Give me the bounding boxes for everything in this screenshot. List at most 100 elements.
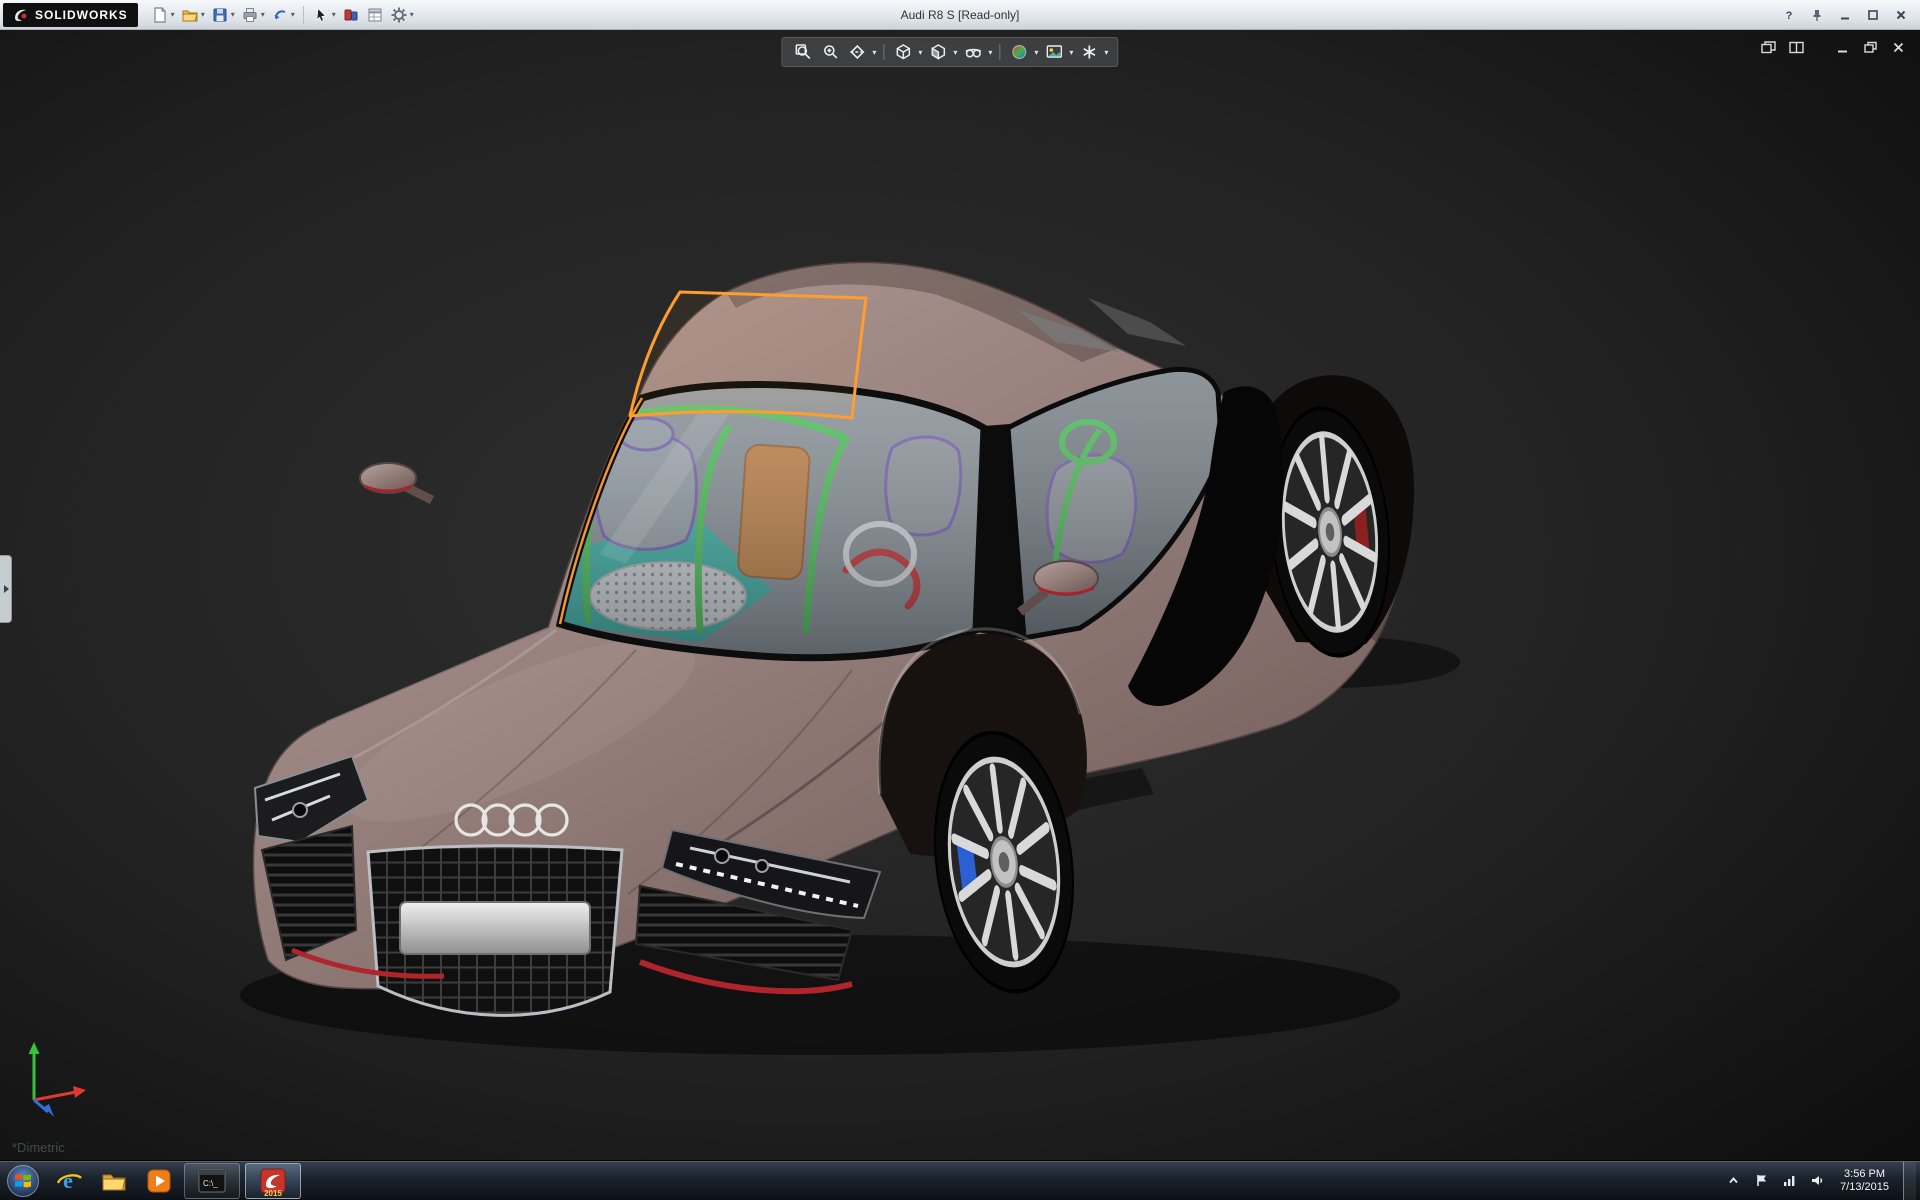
options-dropdown[interactable]: ▾ [410,10,414,19]
view-orientation-cube-icon [896,44,910,60]
doc-restore-icon [1863,41,1877,53]
scene-dropdown[interactable]: ▾ [1069,48,1073,57]
display-style-button[interactable] [925,41,950,63]
macro-icon [344,9,358,20]
new-document-button[interactable] [148,2,172,28]
select-button[interactable] [309,2,333,28]
clock-date: 7/13/2015 [1840,1180,1889,1193]
hide-show-items-button[interactable] [960,41,985,63]
scene-icon [1046,45,1062,58]
taskbar-command-prompt[interactable]: C:\_ [184,1162,240,1199]
section-view-icon [849,44,864,60]
action-center-button[interactable] [1752,1172,1770,1190]
folder-icon [102,1174,126,1190]
close-button[interactable] [1888,4,1914,26]
apply-scene-button[interactable] [1041,41,1066,63]
clock-time: 3:56 PM [1844,1167,1886,1180]
save-dropdown[interactable]: ▾ [231,10,235,19]
taskbar-solidworks[interactable]: 2015 [245,1162,301,1199]
start-button[interactable] [2,1162,44,1200]
doc-close-button[interactable] [1886,37,1910,57]
solidworks-logo-text: SOLIDWORKS [35,7,128,22]
volume-button[interactable] [1808,1172,1826,1190]
save-button[interactable] [208,2,232,28]
section-view-dropdown[interactable]: ▾ [872,48,876,57]
heads-up-view-toolbar: ▾ ▾ ▾ ▾ ▾ ▾ ▾ [781,37,1119,67]
network-icon [1783,1176,1794,1186]
pin-button[interactable] [1804,4,1830,26]
file-properties-button[interactable] [363,2,387,28]
solidworks-version-badge: 2015 [264,1188,282,1198]
options-button[interactable] [387,2,411,28]
titlebar: SOLIDWORKS ▾ ▾ ▾ ▾ ▾ ▾ ▾ Audi R8 S [Read… [0,0,1920,30]
command-prompt-icon: C:\_ [198,1169,226,1192]
open-dropdown[interactable]: ▾ [201,10,205,19]
hidden-icons-button[interactable] [1724,1172,1742,1190]
doc-restore-button[interactable] [1858,37,1882,57]
taskbar-internet-explorer[interactable]: e [49,1162,89,1200]
maximize-icon [1868,9,1878,20]
network-button[interactable] [1780,1172,1798,1190]
display-style-dropdown[interactable]: ▾ [953,48,957,57]
select-dropdown[interactable]: ▾ [332,10,336,19]
minimize-button[interactable] [1832,4,1858,26]
undo-icon [274,9,286,19]
options-gear-icon [391,7,407,22]
undo-dropdown[interactable]: ▾ [291,10,295,19]
view-orientation-dropdown[interactable]: ▾ [918,48,922,57]
split-window-icon [1788,41,1804,53]
hud-separator [883,44,885,60]
zoom-fit-icon [795,44,810,60]
hidden-icons-chevron-icon [1728,1177,1738,1184]
save-icon [213,8,227,21]
doc-split-window-button[interactable] [1784,37,1808,57]
appearance-dropdown[interactable]: ▾ [1034,48,1038,57]
doc-new-window-button[interactable] [1756,37,1780,57]
graphics-area[interactable]: ▾ ▾ ▾ ▾ ▾ ▾ ▾ *Dimetric [0,30,1920,1160]
toolbar-separator [302,5,304,24]
volume-icon [1811,1176,1822,1185]
screen: SOLIDWORKS ▾ ▾ ▾ ▾ ▾ ▾ ▾ Audi R8 S [Read… [0,0,1920,1200]
help-button[interactable]: ? [1776,4,1802,26]
print-button[interactable] [238,2,262,28]
model-3d-view[interactable] [0,30,1920,1160]
featuremanager-collapsed-tab[interactable] [0,555,12,623]
doc-minimize-button[interactable] [1830,37,1854,57]
macro-button[interactable] [339,2,363,28]
taskbar-clock[interactable]: 3:56 PM 7/13/2015 [1836,1168,1893,1194]
zoom-area-button[interactable] [817,41,842,63]
solidworks-logo-mark [15,9,27,21]
internet-explorer-icon: e [56,1168,82,1193]
view-settings-button[interactable] [1076,41,1101,63]
hide-show-glasses-icon [965,48,981,58]
console-prompt-text: C:\_ [203,1179,218,1188]
media-player-icon [147,1169,171,1192]
doc-minimize-icon [1837,50,1847,52]
select-cursor-icon [316,7,327,22]
hide-show-dropdown[interactable]: ▾ [988,48,992,57]
view-orientation-button[interactable] [890,41,915,63]
taskbar: e C:\_ 2015 3:56 PM 7/13/2015 [0,1160,1920,1200]
minimize-icon [1841,17,1849,19]
zoom-area-icon [823,45,837,59]
maximize-button[interactable] [1860,4,1886,26]
undo-button[interactable] [268,2,292,28]
print-dropdown[interactable]: ▾ [261,10,265,19]
open-button[interactable] [178,2,202,28]
zoom-fit-button[interactable] [790,41,815,63]
hud-separator-2 [999,44,1001,60]
view-settings-dropdown[interactable]: ▾ [1104,48,1108,57]
taskbar-file-explorer[interactable] [94,1162,134,1200]
file-properties-icon [368,8,382,21]
pin-icon [1813,9,1821,21]
window-title: Audi R8 S [Read-only] [900,7,1020,22]
show-desktop-button[interactable] [1903,1161,1916,1200]
taskbar-media-player[interactable] [139,1162,179,1200]
print-icon [243,7,257,22]
action-center-flag-icon [1756,1175,1766,1186]
new-document-dropdown[interactable]: ▾ [171,10,175,19]
doc-close-icon [1893,42,1903,52]
display-style-icon [931,44,945,60]
section-view-button[interactable] [844,41,869,63]
edit-appearance-button[interactable] [1006,41,1031,63]
